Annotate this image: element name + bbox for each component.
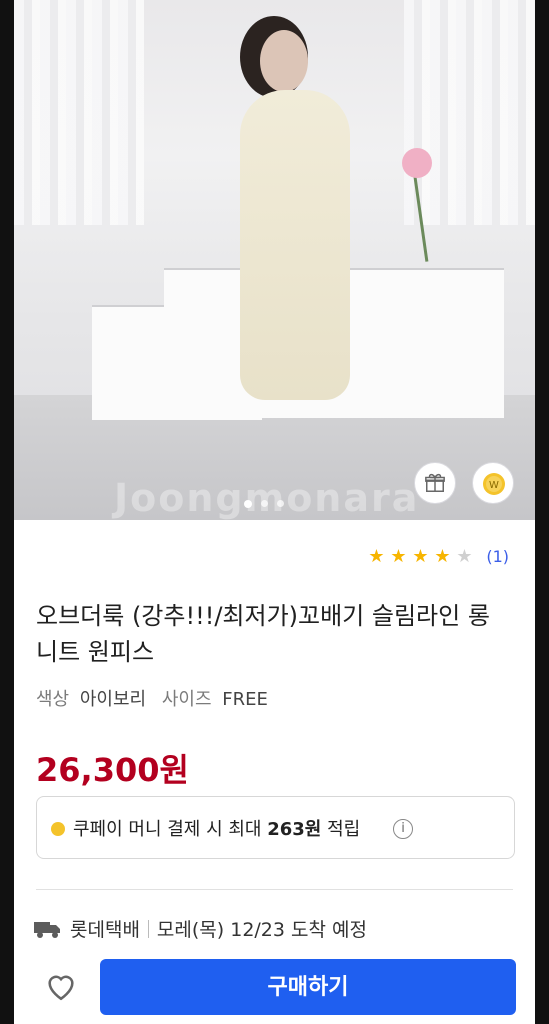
star-icon: ★ [412, 545, 429, 567]
benefit-box: 쿠페이 머니 결제 시 최대 263원 적립 i [36, 796, 515, 859]
product-options: 색상 아이보리 사이즈 FREE [36, 685, 268, 711]
product-image[interactable]: Joongmonara [14, 0, 535, 520]
benefit-amount: 263원 [267, 819, 322, 840]
product-price: 26,300원 [36, 751, 189, 789]
model-dress [240, 90, 350, 400]
won-coin-icon: W [483, 473, 505, 495]
delivery-eta: 모레(목) 12/23 도착 예정 [156, 919, 367, 941]
truck-icon [34, 921, 60, 938]
pager-dot [261, 500, 268, 507]
benefit-text-after: 적립 [327, 819, 361, 840]
gift-button[interactable] [414, 462, 456, 504]
divider [36, 889, 513, 890]
product-title: 오브더룩 (강추!!!/최저가)꼬배기 슬림라인 롱 니트 원피스 [36, 602, 490, 666]
pager-dot [277, 500, 284, 507]
model-head [260, 30, 308, 92]
benefit-text: 쿠페이 머니 결제 시 최대 263원 적립 [73, 815, 360, 841]
delivery-carrier: 롯데택배 [70, 919, 140, 941]
curtain-right [404, 0, 535, 225]
image-pager [244, 500, 284, 508]
svg-text:W: W [489, 480, 499, 491]
benefit-text-before: 쿠페이 머니 결제 시 최대 [73, 819, 262, 840]
buy-button[interactable]: 구매하기 [100, 959, 516, 1015]
pager-dot [244, 500, 252, 508]
info-icon[interactable]: i [393, 819, 413, 839]
review-count[interactable]: (1) [486, 547, 509, 566]
star-icon: ★ [368, 545, 385, 567]
curtain-left [14, 0, 144, 225]
color-value: 아이보리 [79, 689, 147, 710]
star-icon: ★ [456, 545, 473, 567]
size-value: FREE [222, 689, 268, 710]
star-icon: ★ [434, 545, 451, 567]
heart-icon[interactable] [44, 969, 78, 1003]
coin-icon [51, 822, 65, 836]
size-label: 사이즈 [161, 689, 212, 710]
watermark: Joongmonara [114, 476, 420, 520]
star-icon: ★ [390, 545, 407, 567]
color-label: 색상 [36, 689, 70, 710]
coin-button[interactable]: W [472, 462, 514, 504]
rating[interactable]: ★ ★ ★ ★ ★ (1) [368, 547, 509, 566]
delivery-info: 롯데택배 모레(목) 12/23 도착 예정 [34, 915, 367, 942]
delivery-separator [147, 919, 149, 938]
bottom-action-bar: 구매하기 [14, 949, 535, 1024]
flower [402, 148, 432, 178]
gift-icon [425, 473, 445, 492]
